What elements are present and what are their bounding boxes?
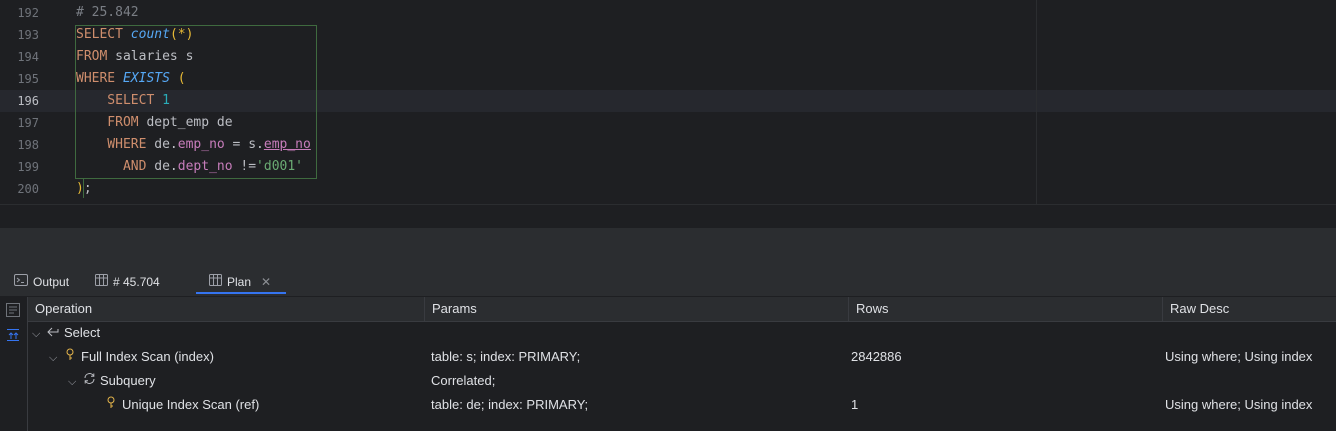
code-token: 1: [162, 93, 170, 108]
operation-label: Select: [64, 325, 101, 340]
line-number: 197: [17, 116, 39, 130]
show-text-icon[interactable]: [6, 303, 20, 320]
code-token: de.: [154, 137, 178, 152]
code-token: WHERE: [76, 71, 123, 86]
operation-cell: ⌵ Subquery: [68, 369, 156, 394]
code-token: EXISTS: [122, 71, 170, 86]
code-line[interactable]: # 25.842: [76, 2, 139, 24]
operation-cell: ⌵ Full Index Scan (index): [49, 345, 214, 370]
code-line[interactable]: FROM salaries s: [76, 46, 193, 68]
column-header-rows[interactable]: Rows: [848, 297, 889, 321]
line-number-current: 196: [17, 94, 39, 108]
code-token: (: [169, 27, 178, 42]
line-number: 193: [17, 28, 39, 42]
code-token: FROM: [76, 49, 116, 64]
select-arrow-icon: [46, 321, 60, 345]
explain-plan-panel: Operation Params Rows Raw Desc ⌵ Select ⌵…: [0, 297, 1336, 431]
tab-plan-label: Plan: [227, 275, 252, 289]
code-token: SELECT: [76, 93, 163, 108]
plan-row[interactable]: Unique Index Scan (ref) table: de; index…: [28, 393, 1336, 417]
code-token: 'd001': [256, 159, 304, 174]
operation-label: Unique Index Scan (ref): [122, 397, 260, 412]
plan-table-header: Operation Params Rows Raw Desc: [28, 297, 1336, 322]
sql-editor[interactable]: 192 193 194 195 196 197 198 199 200 # 25…: [0, 0, 1336, 205]
tab-plan[interactable]: Plan ✕: [196, 269, 286, 294]
params-cell: table: s; index: PRIMARY;: [431, 349, 581, 364]
params-cell: table: de; index: PRIMARY;: [431, 397, 589, 412]
tab-output[interactable]: Output: [14, 269, 69, 296]
chevron-down-icon[interactable]: ⌵: [68, 370, 82, 394]
plan-row[interactable]: ⌵ Select: [28, 321, 1336, 345]
line-number: 195: [17, 72, 39, 86]
editor-panel-divider: [0, 228, 1336, 269]
code-token: emp_no: [263, 137, 311, 152]
rows-cell: 1: [851, 397, 859, 412]
code-token: *: [177, 27, 186, 42]
console-icon: [14, 269, 28, 296]
line-number: 194: [17, 50, 39, 64]
expand-all-icon[interactable]: [6, 328, 20, 345]
code-line[interactable]: SELECT 1: [76, 90, 170, 112]
code-token: emp_no: [177, 137, 225, 152]
code-token: SELECT: [76, 27, 131, 42]
code-token: !=: [232, 159, 257, 174]
tab-result-label: # 45.704: [113, 275, 160, 289]
plan-side-toolbar: [0, 297, 28, 431]
code-token: FROM: [76, 115, 147, 130]
rows-cell: 2842886: [851, 349, 902, 364]
operation-label: Subquery: [100, 373, 156, 388]
code-token: dept_emp de: [146, 115, 233, 130]
params-cell: Correlated;: [431, 373, 496, 388]
line-number: 198: [17, 138, 39, 152]
key-icon: [104, 393, 118, 417]
line-number: 199: [17, 160, 39, 174]
code-token: # 25.842: [76, 5, 139, 20]
line-number-gutter: 192 193 194 195 196 197 198 199 200: [0, 0, 62, 204]
code-token: ): [185, 27, 194, 42]
raw-desc-cell: Using where; Using index: [1165, 349, 1313, 364]
close-icon[interactable]: ✕: [261, 275, 271, 289]
key-icon: [63, 345, 77, 369]
code-line[interactable]: SELECT count(*): [76, 24, 193, 46]
code-token: (: [169, 71, 186, 86]
code-token: ): [76, 181, 84, 196]
code-token: de.: [154, 159, 178, 174]
column-header-raw-desc[interactable]: Raw Desc: [1162, 297, 1229, 321]
code-token: AND: [76, 159, 155, 174]
code-line[interactable]: WHERE de.emp_no = s.emp_no: [76, 134, 311, 156]
code-line[interactable]: );: [76, 178, 92, 200]
code-token: salaries s: [115, 49, 194, 64]
code-line[interactable]: FROM dept_emp de: [76, 112, 233, 134]
chevron-down-icon[interactable]: ⌵: [49, 346, 63, 370]
plan-row[interactable]: ⌵ Full Index Scan (index) table: s; index…: [28, 345, 1336, 369]
results-tab-bar: Output # 45.704 Plan ✕: [0, 269, 1336, 297]
chevron-down-icon[interactable]: ⌵: [32, 322, 46, 346]
code-token: ;: [83, 181, 92, 196]
tab-result[interactable]: # 45.704: [95, 269, 160, 296]
line-number: 192: [17, 6, 39, 20]
operation-label: Full Index Scan (index): [81, 349, 214, 364]
column-header-operation[interactable]: Operation: [28, 297, 92, 321]
right-margin-guide: [1036, 0, 1037, 204]
code-line[interactable]: AND de.dept_no !='d001': [76, 156, 303, 178]
raw-desc-cell: Using where; Using index: [1165, 397, 1313, 412]
plan-row[interactable]: ⌵ Subquery Correlated;: [28, 369, 1336, 393]
line-number: 200: [17, 182, 39, 196]
code-token: count: [130, 27, 170, 42]
refresh-icon: [82, 369, 96, 393]
operation-cell: Unique Index Scan (ref): [104, 393, 259, 417]
column-header-params[interactable]: Params: [424, 297, 477, 321]
code-line[interactable]: WHERE EXISTS (: [76, 68, 186, 90]
table-icon: [95, 269, 108, 296]
tab-output-label: Output: [33, 275, 70, 289]
operation-cell: ⌵ Select: [32, 321, 100, 346]
code-token: WHERE: [76, 137, 155, 152]
code-token: dept_no: [177, 159, 233, 174]
code-token: = s.: [224, 137, 264, 152]
table-icon: [209, 269, 222, 296]
